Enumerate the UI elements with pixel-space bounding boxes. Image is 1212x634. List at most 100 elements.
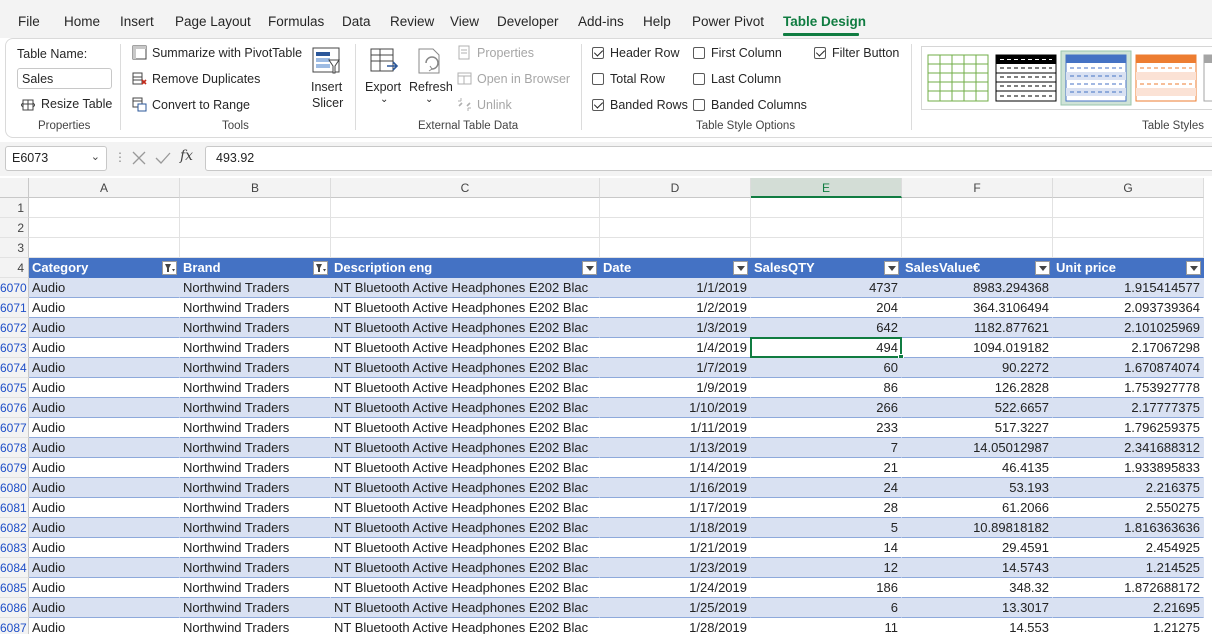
column-header-b[interactable]: B: [180, 178, 331, 198]
column-header-a[interactable]: A: [29, 178, 180, 198]
more-options-icon[interactable]: ⋮: [114, 150, 126, 164]
table-cell[interactable]: Audio: [29, 438, 180, 458]
table-cell[interactable]: NT Bluetooth Active Headphones E202 Blac: [331, 538, 600, 558]
table-cell[interactable]: Audio: [29, 358, 180, 378]
banded-columns-checkbox[interactable]: [693, 99, 705, 111]
table-name-input[interactable]: [17, 68, 112, 89]
table-cell[interactable]: 233: [751, 418, 902, 438]
table-cell[interactable]: 60: [751, 358, 902, 378]
table-cell[interactable]: 1/28/2019: [600, 618, 751, 634]
table-cell[interactable]: 1.214525: [1053, 558, 1204, 578]
grid-cell[interactable]: [29, 238, 180, 258]
table-cell[interactable]: Northwind Traders: [180, 538, 331, 558]
table-cell[interactable]: Audio: [29, 598, 180, 618]
menu-tab-table-design[interactable]: Table Design: [783, 14, 866, 29]
banded-rows-option[interactable]: Banded Rows: [592, 98, 688, 114]
table-cell[interactable]: 1/17/2019: [600, 498, 751, 518]
table-cell[interactable]: 53.193: [902, 478, 1053, 498]
table-cell[interactable]: 61.2066: [902, 498, 1053, 518]
table-cell[interactable]: Northwind Traders: [180, 558, 331, 578]
column-header-c[interactable]: C: [331, 178, 600, 198]
table-cell[interactable]: 517.3227: [902, 418, 1053, 438]
table-cell[interactable]: Northwind Traders: [180, 298, 331, 318]
table-cell[interactable]: Audio: [29, 578, 180, 598]
row-header[interactable]: 6084: [0, 558, 29, 578]
row-header[interactable]: 4: [0, 258, 29, 278]
table-cell[interactable]: 1182.877621: [902, 318, 1053, 338]
table-cell[interactable]: 1/4/2019: [600, 338, 751, 358]
grid-cell[interactable]: [600, 218, 751, 238]
table-cell[interactable]: 1.915414577: [1053, 278, 1204, 298]
table-cell[interactable]: Northwind Traders: [180, 398, 331, 418]
table-cell[interactable]: Northwind Traders: [180, 418, 331, 438]
table-cell[interactable]: 28: [751, 498, 902, 518]
table-cell[interactable]: 6: [751, 598, 902, 618]
grid-cell[interactable]: [600, 238, 751, 258]
table-header-cell[interactable]: SalesValue€: [902, 258, 1053, 278]
table-cell[interactable]: NT Bluetooth Active Headphones E202 Blac: [331, 558, 600, 578]
table-cell[interactable]: 12: [751, 558, 902, 578]
table-cell[interactable]: Audio: [29, 278, 180, 298]
table-cell[interactable]: Northwind Traders: [180, 518, 331, 538]
refresh-button[interactable]: Refresh ⌄: [408, 44, 453, 114]
grid-cell[interactable]: [600, 198, 751, 218]
row-header[interactable]: 6085: [0, 578, 29, 598]
table-cell[interactable]: 1/2/2019: [600, 298, 751, 318]
table-cell[interactable]: 1094.019182: [902, 338, 1053, 358]
table-cell[interactable]: NT Bluetooth Active Headphones E202 Blac: [331, 498, 600, 518]
menu-tab-file[interactable]: File: [18, 14, 40, 29]
insert-function-icon[interactable]: fx: [180, 148, 193, 164]
table-cell[interactable]: Northwind Traders: [180, 318, 331, 338]
row-header[interactable]: 6075: [0, 378, 29, 398]
grid-cell[interactable]: [902, 218, 1053, 238]
column-header-g[interactable]: G: [1053, 178, 1204, 198]
select-all-corner[interactable]: [0, 178, 29, 198]
table-style-dark[interactable]: [995, 54, 1057, 102]
grid-cell[interactable]: [1053, 218, 1204, 238]
table-cell[interactable]: 1/23/2019: [600, 558, 751, 578]
filter-dropdown-button[interactable]: [1035, 261, 1050, 275]
grid-cell[interactable]: [29, 198, 180, 218]
row-header[interactable]: 6076: [0, 398, 29, 418]
table-cell[interactable]: 266: [751, 398, 902, 418]
table-cell[interactable]: 4737: [751, 278, 902, 298]
open-in-browser-button[interactable]: Open in Browser: [457, 70, 572, 88]
table-header-cell[interactable]: Date: [600, 258, 751, 278]
filter-dropdown-button[interactable]: [162, 261, 177, 275]
filter-dropdown-button[interactable]: [733, 261, 748, 275]
table-cell[interactable]: 1.796259375: [1053, 418, 1204, 438]
menu-tab-formulas[interactable]: Formulas: [268, 14, 324, 29]
table-style-gray[interactable]: [1203, 54, 1212, 102]
table-cell[interactable]: 5: [751, 518, 902, 538]
table-cell[interactable]: 8983.294368: [902, 278, 1053, 298]
table-cell[interactable]: Audio: [29, 478, 180, 498]
table-cell[interactable]: 7: [751, 438, 902, 458]
row-header[interactable]: 6086: [0, 598, 29, 618]
table-cell[interactable]: 14.553: [902, 618, 1053, 634]
table-cell[interactable]: NT Bluetooth Active Headphones E202 Blac: [331, 298, 600, 318]
menu-tab-review[interactable]: Review: [390, 14, 434, 29]
total-row-option[interactable]: Total Row: [592, 72, 682, 88]
table-style-light-green[interactable]: [927, 54, 989, 102]
header-row-option[interactable]: Header Row: [592, 46, 682, 62]
filter-dropdown-button[interactable]: [1186, 261, 1201, 275]
grid-cell[interactable]: [751, 238, 902, 258]
table-cell[interactable]: Audio: [29, 458, 180, 478]
filter-button-option[interactable]: Filter Button: [814, 46, 904, 62]
column-header-f[interactable]: F: [902, 178, 1053, 198]
row-header[interactable]: 6078: [0, 438, 29, 458]
row-header[interactable]: 6083: [0, 538, 29, 558]
chevron-down-icon[interactable]: ⌄: [91, 150, 100, 163]
table-cell[interactable]: 186: [751, 578, 902, 598]
table-cell[interactable]: 11: [751, 618, 902, 634]
filter-dropdown-button[interactable]: [582, 261, 597, 275]
table-cell[interactable]: 86: [751, 378, 902, 398]
table-cell[interactable]: 1/18/2019: [600, 518, 751, 538]
table-cell[interactable]: NT Bluetooth Active Headphones E202 Blac: [331, 278, 600, 298]
menu-tab-insert[interactable]: Insert: [120, 14, 154, 29]
table-cell[interactable]: 14.5743: [902, 558, 1053, 578]
table-cell[interactable]: 29.4591: [902, 538, 1053, 558]
grid-cell[interactable]: [331, 198, 600, 218]
grid-cell[interactable]: [902, 238, 1053, 258]
table-cell[interactable]: Northwind Traders: [180, 498, 331, 518]
